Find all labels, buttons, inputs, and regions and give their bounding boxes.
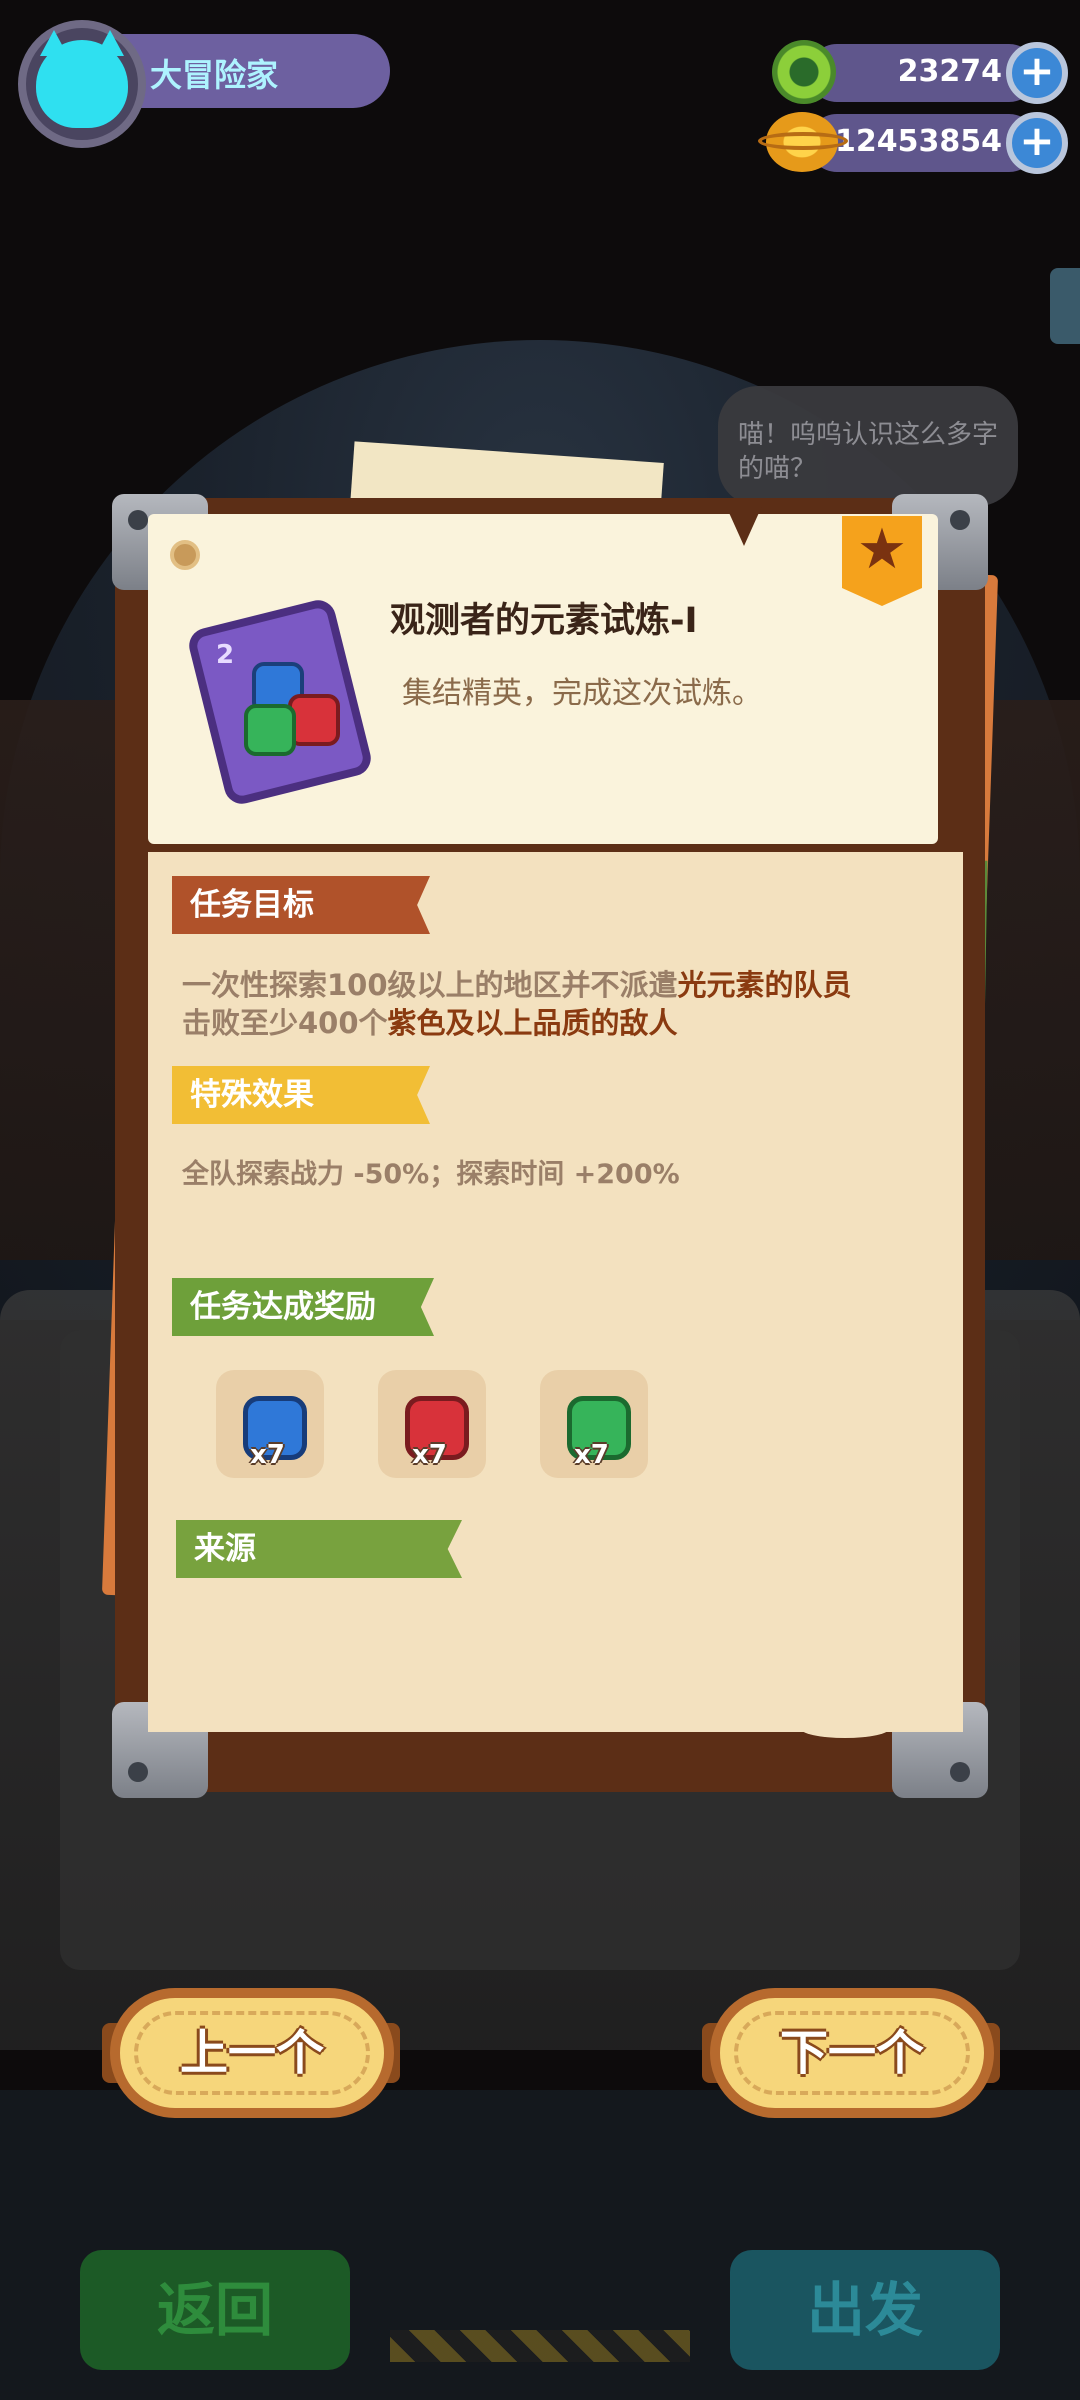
reward-label: 任务达成奖励 bbox=[172, 1278, 434, 1336]
objective-line-2: 击败至少400个紫色及以上品质的敌人 bbox=[182, 1006, 678, 1040]
special-effect-text: 全队探索战力 -50%；探索时间 +200% bbox=[182, 1159, 680, 1190]
hazard-stripe bbox=[390, 2330, 690, 2362]
green-currency-value: 23274 bbox=[897, 54, 1002, 89]
player-name: 大冒险家 bbox=[150, 56, 279, 94]
quest-title: 观测者的元素试炼-I bbox=[390, 601, 698, 641]
quest-subtitle: 集结精英，完成这次试炼。 bbox=[402, 676, 762, 711]
bolt-icon bbox=[128, 510, 148, 530]
source-label: 来源 bbox=[176, 1520, 462, 1578]
green-element-icon bbox=[244, 704, 296, 756]
add-gold-currency-button[interactable]: + bbox=[1006, 112, 1068, 174]
objective-highlight-1: 光元素的队员 bbox=[677, 968, 852, 1002]
side-tab-button[interactable] bbox=[1050, 268, 1080, 344]
pin-icon bbox=[170, 540, 200, 570]
reward-quantity: x7 bbox=[574, 1440, 609, 1470]
reward-quantity: x7 bbox=[250, 1440, 285, 1470]
previous-button-label[interactable]: 上一个 bbox=[110, 1988, 394, 2118]
star-icon: ★ bbox=[856, 517, 908, 582]
card-fold bbox=[800, 1718, 890, 1738]
objective-label: 任务目标 bbox=[172, 876, 430, 934]
bolt-icon bbox=[950, 510, 970, 530]
objective-line-1: 一次性探索100级以上的地区并不派遣光元素的队员 bbox=[182, 968, 852, 1002]
speech-bubble-text: 喵！呜呜认识这么多字的喵？ bbox=[738, 420, 999, 484]
gold-planet-ring bbox=[758, 132, 848, 150]
card-number: 2 bbox=[216, 640, 235, 670]
objective-highlight-2: 紫色及以上品质的敌人 bbox=[387, 1006, 678, 1040]
cat-avatar-icon[interactable] bbox=[36, 40, 128, 128]
bolt-icon bbox=[128, 1762, 148, 1782]
add-green-currency-button[interactable]: + bbox=[1006, 42, 1068, 104]
bolt-icon bbox=[950, 1762, 970, 1782]
green-coin-icon bbox=[772, 40, 836, 104]
reward-quantity: x7 bbox=[412, 1440, 447, 1470]
back-button-label: 返回 bbox=[156, 2276, 273, 2344]
next-button-label[interactable]: 下一个 bbox=[710, 1988, 994, 2118]
special-effect-label: 特殊效果 bbox=[172, 1066, 430, 1124]
depart-button-label: 出发 bbox=[806, 2276, 923, 2344]
